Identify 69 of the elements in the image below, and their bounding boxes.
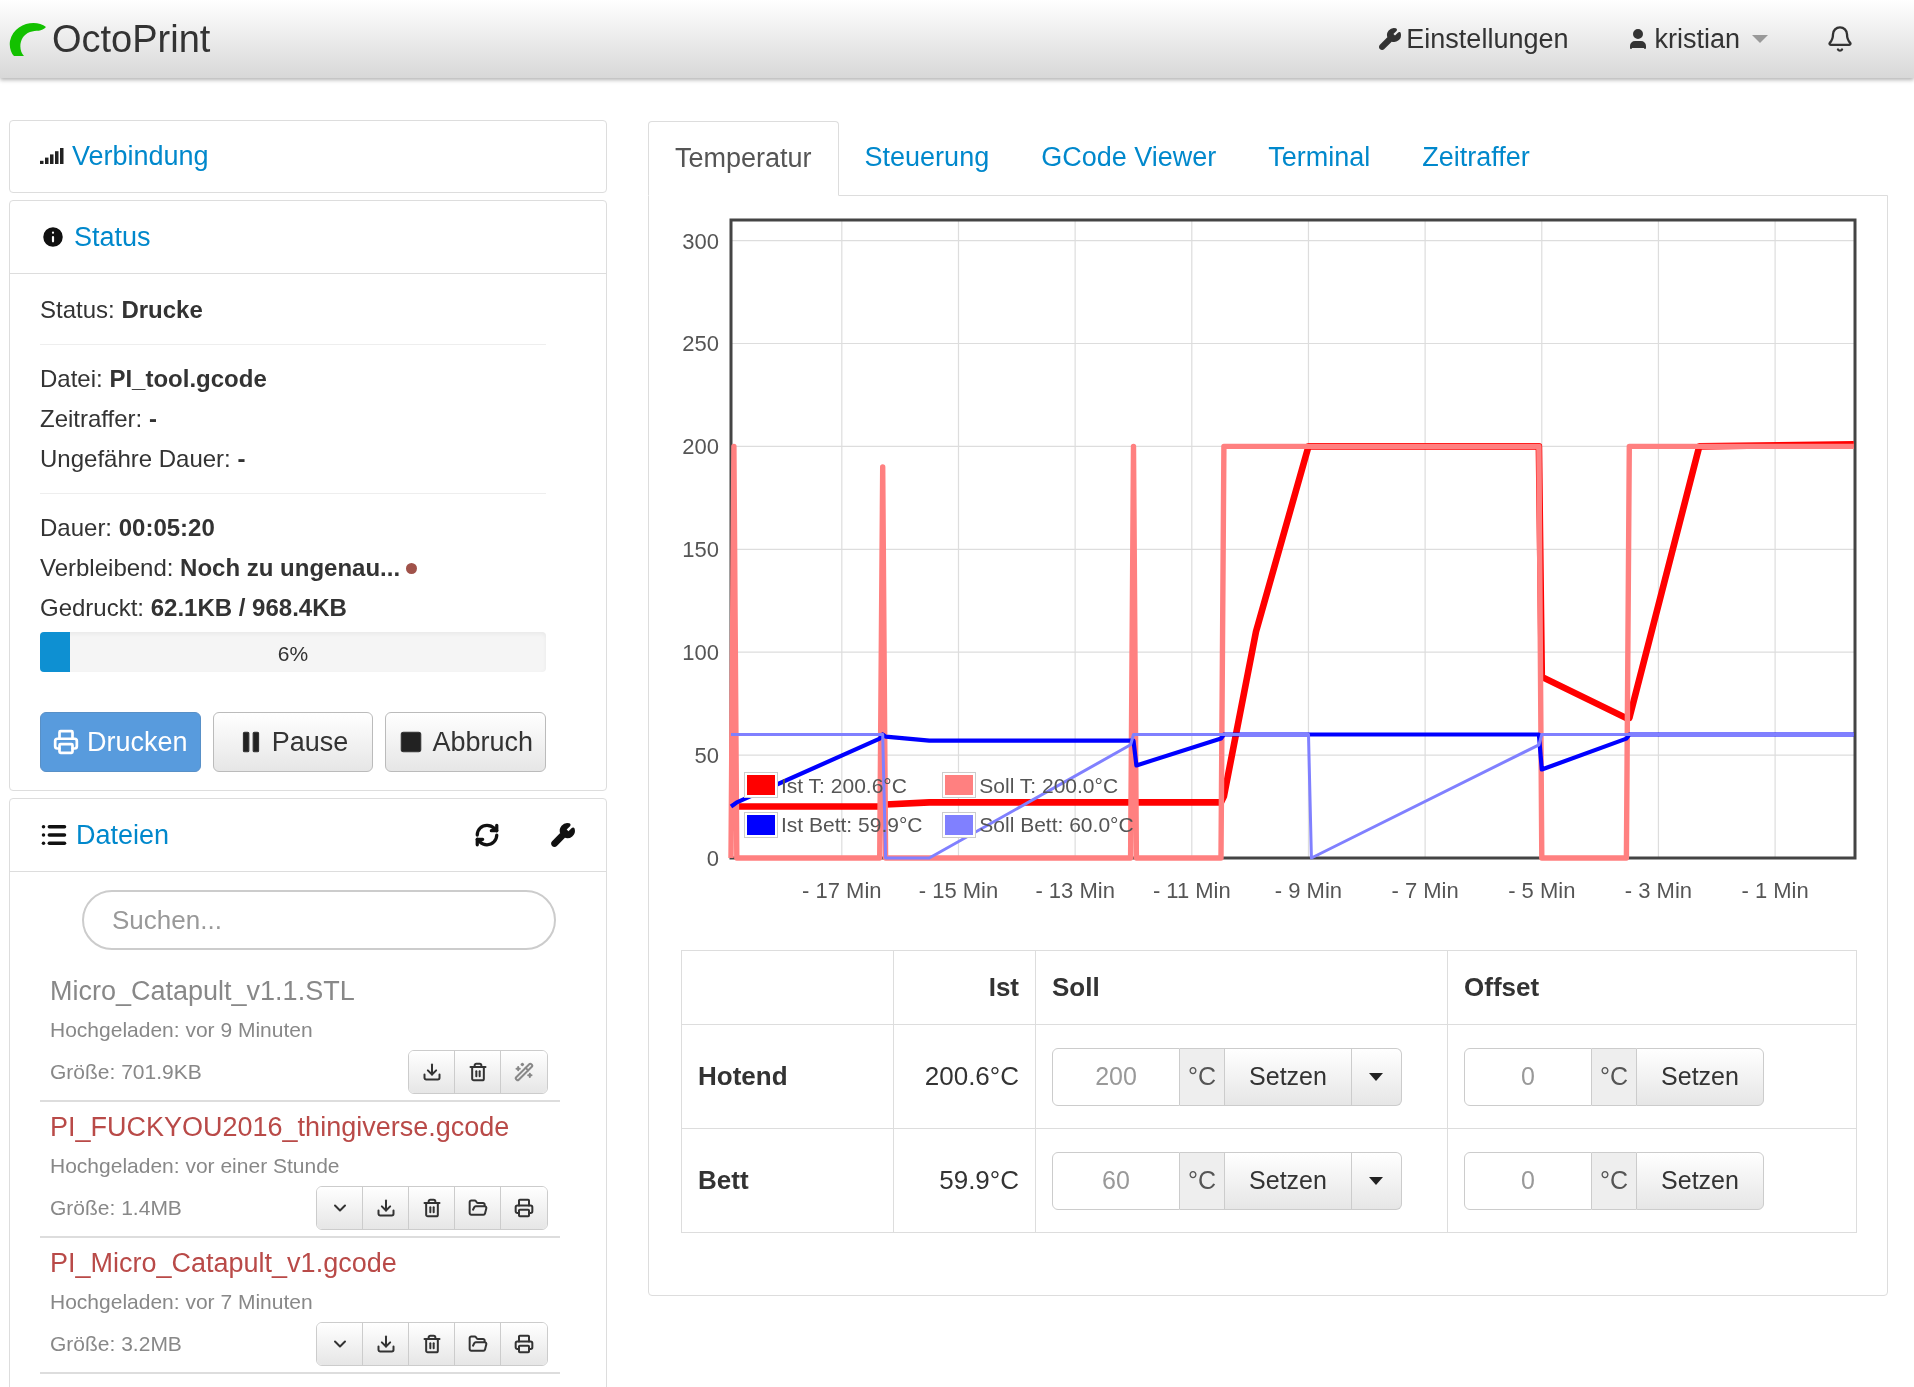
status-header[interactable]: Status bbox=[40, 216, 151, 258]
unit-label: °C bbox=[1592, 1047, 1637, 1106]
file-size: Größe: 3.2MB bbox=[50, 1331, 182, 1358]
y-tick-label: 200 bbox=[682, 434, 719, 460]
x-tick-label: - 11 Min bbox=[1152, 878, 1231, 903]
temperature-input[interactable]: 200 bbox=[1052, 1047, 1180, 1106]
tab[interactable]: Temperatur bbox=[648, 121, 839, 196]
column-header: Ist bbox=[893, 950, 1036, 1025]
cancel-button[interactable]: Abbruch bbox=[385, 712, 546, 772]
heater-name: Hotend bbox=[681, 1024, 894, 1129]
x-tick-label: - 13 Min bbox=[1035, 878, 1115, 903]
file-item[interactable]: PI_Micro_Catapult_v1.gcode Hochgeladen: vor 7 Minuten Größe: 3.2MB bbox=[40, 1238, 560, 1374]
file-name: PI_Micro_Catapult_v1.gcode bbox=[50, 1247, 398, 1280]
column-header: Offset bbox=[1447, 950, 1857, 1025]
x-tick-label: - 7 Min bbox=[1391, 878, 1459, 903]
status-line: Verbleibend: Noch zu ungenau... bbox=[40, 553, 401, 583]
file-size: Größe: 1.4MB bbox=[50, 1195, 182, 1222]
set-button[interactable]: Setzen bbox=[1224, 1151, 1352, 1210]
file-size: Größe: 701.9KB bbox=[50, 1059, 202, 1086]
set-button[interactable]: Setzen bbox=[1636, 1047, 1764, 1106]
status-line: Ungefähre Dauer: - bbox=[40, 444, 246, 474]
status-line: Zeitraffer: - bbox=[40, 404, 157, 434]
unit-label: °C bbox=[1180, 1047, 1225, 1106]
x-tick-label: - 15 Min bbox=[918, 878, 999, 903]
x-tick-label: - 17 Min bbox=[802, 878, 882, 903]
status-line: Status: Drucke bbox=[40, 295, 203, 325]
file-item[interactable]: Micro_Catapult_v1.1.STL Hochgeladen: vor 9 Minuten Größe: 701.9KB bbox=[40, 966, 560, 1102]
x-tick-label: - 1 Min bbox=[1741, 878, 1809, 903]
tab[interactable]: Steuerung bbox=[838, 120, 1016, 195]
x-tick-label: - 3 Min bbox=[1624, 878, 1693, 903]
actual-temperature: 59.9°C bbox=[893, 1128, 1036, 1233]
upload-time: Hochgeladen: vor 9 Minuten bbox=[50, 1017, 314, 1043]
search-field[interactable]: Suchen... bbox=[82, 890, 556, 950]
column-header: Soll bbox=[1035, 950, 1448, 1025]
temperature-input[interactable]: 0 bbox=[1464, 1047, 1592, 1106]
set-button[interactable]: Setzen bbox=[1224, 1047, 1352, 1106]
y-tick-label: 150 bbox=[682, 537, 719, 563]
file-name: Micro_Catapult_v1.1.STL bbox=[50, 975, 356, 1008]
heater-name: Bett bbox=[681, 1128, 894, 1233]
files-header[interactable]: Dateien bbox=[40, 814, 170, 856]
user-menu[interactable]: kristian bbox=[1626, 18, 1768, 60]
y-tick-label: 250 bbox=[682, 331, 719, 357]
file-item[interactable]: PI_FUCKYOU2016_thingiverse.gcode Hochgeladen: vor einer Stunde Größe: 1.4MB bbox=[40, 1102, 560, 1238]
y-tick-label: 300 bbox=[682, 228, 719, 254]
status-line: Dauer: 00:05:20 bbox=[40, 513, 215, 543]
upload-time: Hochgeladen: vor einer Stunde bbox=[50, 1153, 341, 1179]
y-tick-label: 50 bbox=[694, 743, 719, 769]
tab[interactable]: GCode Viewer bbox=[1015, 120, 1243, 195]
unit-label: °C bbox=[1592, 1151, 1637, 1210]
status-line: Datei: PI_tool.gcode bbox=[40, 364, 267, 394]
temperature-input[interactable]: 60 bbox=[1052, 1151, 1180, 1210]
temperature-input[interactable]: 0 bbox=[1464, 1151, 1592, 1210]
file-name: PI_FUCKYOU2016_thingiverse.gcode bbox=[50, 1111, 511, 1144]
unit-label: °C bbox=[1180, 1151, 1225, 1210]
x-tick-label: - 9 Min bbox=[1274, 878, 1343, 903]
tab[interactable]: Terminal bbox=[1242, 120, 1397, 195]
settings-link[interactable]: Einstellungen bbox=[1378, 18, 1569, 60]
progress-text: 6% bbox=[277, 641, 309, 667]
y-tick-label: 100 bbox=[682, 640, 719, 666]
brand-name[interactable]: OctoPrint bbox=[52, 10, 211, 68]
actual-temperature: 200.6°C bbox=[893, 1024, 1036, 1129]
connection-header[interactable]: Verbindung bbox=[40, 136, 209, 177]
tab[interactable]: Zeitraffer bbox=[1396, 120, 1556, 195]
pause-button[interactable]: Pause bbox=[212, 712, 374, 772]
y-tick-label: 0 bbox=[706, 846, 719, 871]
upload-time: Hochgeladen: vor 7 Minuten bbox=[50, 1289, 314, 1315]
set-button[interactable]: Setzen bbox=[1636, 1151, 1764, 1210]
status-line: Gedruckt: 62.1KB / 968.4KB bbox=[40, 593, 347, 623]
x-tick-label: - 5 Min bbox=[1508, 878, 1576, 903]
